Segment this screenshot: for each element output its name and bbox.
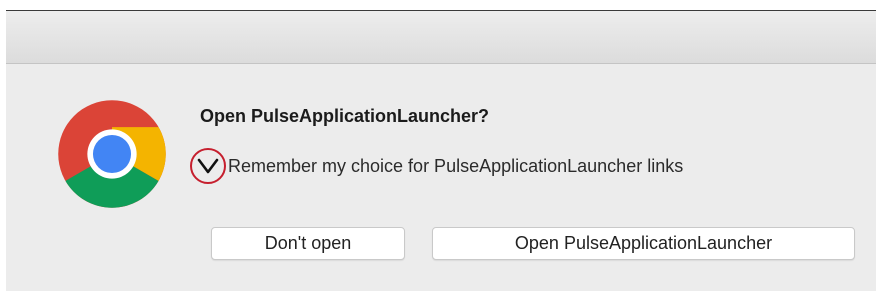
remember-choice-label[interactable]: Remember my choice for PulseApplicationL… [228, 156, 683, 177]
remember-choice-row[interactable]: Remember my choice for PulseApplicationL… [186, 142, 683, 190]
dialog-content: Open PulseApplicationLauncher? Remember … [6, 64, 876, 291]
dialog-window: Open PulseApplicationLauncher? Remember … [6, 10, 876, 291]
dont-open-button[interactable]: Don't open [211, 227, 405, 260]
window-titlebar [6, 11, 876, 64]
remember-choice-checkbox[interactable] [190, 148, 226, 184]
chrome-logo-icon [58, 100, 166, 208]
checkmark-icon [197, 158, 219, 174]
dialog-title: Open PulseApplicationLauncher? [200, 106, 490, 126]
open-application-button[interactable]: Open PulseApplicationLauncher [432, 227, 855, 260]
